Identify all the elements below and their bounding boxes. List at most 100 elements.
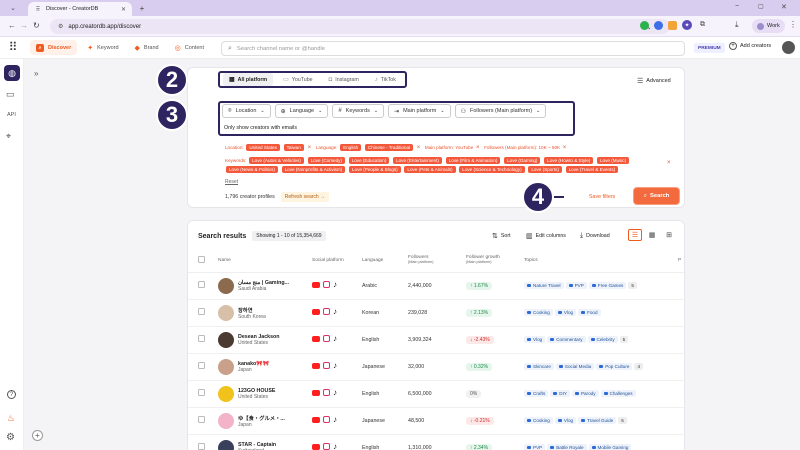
- sidebar-api-link[interactable]: API: [7, 112, 16, 118]
- sort-button[interactable]: ⇅ Sort: [492, 232, 511, 240]
- nav-tab-brand[interactable]: ◆ Brand: [129, 40, 165, 55]
- site-info-icon[interactable]: ⚙: [58, 23, 63, 30]
- creator-name[interactable]: 장하연: [238, 306, 266, 314]
- remove-filter-icon[interactable]: ×: [476, 145, 480, 151]
- instagram-icon[interactable]: [323, 362, 330, 370]
- keyword-chip[interactable]: Love (Howto & Style): [544, 157, 594, 164]
- language-dropdown[interactable]: ⊕ Language ⌄: [274, 104, 329, 118]
- add-button[interactable]: +: [32, 430, 43, 441]
- avatar[interactable]: [218, 412, 234, 429]
- platform-tab-youtube[interactable]: ▭ YouTube: [277, 73, 319, 86]
- row-checkbox[interactable]: [198, 389, 205, 396]
- topic-tag[interactable]: Vlog: [554, 417, 577, 424]
- avatar[interactable]: [218, 439, 234, 450]
- add-creators-button[interactable]: + Add creators: [729, 42, 771, 50]
- instagram-icon[interactable]: [323, 281, 330, 289]
- remove-filter-icon[interactable]: ×: [563, 145, 567, 151]
- filter-chip[interactable]: United States: [246, 144, 280, 151]
- platform-tab-all[interactable]: ▦ All platform: [223, 73, 274, 86]
- address-bar[interactable]: ⚙ app.creatordb.app/discover 🔍 ★: [50, 19, 670, 34]
- topic-tag[interactable]: Celebrity: [587, 336, 618, 343]
- creator-name[interactable]: ゆ【食・グルメ・...: [238, 414, 285, 422]
- browser-menu-icon[interactable]: ⋮: [789, 20, 797, 29]
- table-row[interactable]: 장하연 South Korea ♪ Korean 239,028 ↑ 2.13%…: [188, 299, 686, 327]
- close-window-icon[interactable]: ✕: [781, 3, 787, 11]
- topic-tag[interactable]: Challenges: [600, 390, 636, 397]
- topic-tag[interactable]: DIY: [550, 390, 570, 397]
- download-button[interactable]: ⤓ Download: [580, 232, 610, 240]
- platform-tab-instagram[interactable]: ◘ Instagram: [323, 73, 365, 86]
- creator-name[interactable]: Desean Jackson: [238, 334, 280, 340]
- avatar[interactable]: [218, 358, 234, 375]
- filter-chip[interactable]: English: [340, 144, 362, 151]
- maximize-icon[interactable]: ▢: [758, 3, 764, 10]
- table-row[interactable]: STAR - Captain Switzerland ♪ English 1,3…: [188, 434, 686, 450]
- nav-tab-keyword[interactable]: ✦ Keyword: [81, 40, 124, 55]
- edit-columns-button[interactable]: ▥ Edit columns: [526, 232, 566, 240]
- topic-tag[interactable]: Pop Culture: [596, 363, 633, 370]
- filter-chip[interactable]: Chinese - Traditional: [364, 144, 414, 151]
- youtube-icon[interactable]: [312, 281, 320, 288]
- creator-name[interactable]: kanako🎀🎀: [238, 361, 269, 367]
- main-platform-dropdown[interactable]: ⇥ Main platform ⌄: [388, 104, 451, 118]
- creator-name[interactable]: STAR - Captain: [238, 442, 276, 448]
- tab-close-icon[interactable]: ✕: [121, 6, 126, 13]
- youtube-icon[interactable]: [312, 362, 320, 369]
- topic-tag[interactable]: Cooking: [524, 309, 553, 316]
- topic-tag[interactable]: Battle Royale: [547, 444, 587, 450]
- topic-tag[interactable]: Crafts: [524, 390, 549, 397]
- settings-gear-icon[interactable]: ⚙: [6, 432, 15, 443]
- row-checkbox[interactable]: [198, 281, 205, 288]
- row-checkbox[interactable]: [198, 362, 205, 369]
- table-row[interactable]: Desean Jackson United States ♪ English 3…: [188, 326, 686, 354]
- keyword-chip[interactable]: Love (News & Politics): [226, 166, 278, 173]
- sidebar-folder-icon[interactable]: ▭: [6, 89, 15, 100]
- reset-link[interactable]: Reset: [225, 179, 238, 185]
- col-followers[interactable]: Followers (Main platform): [404, 249, 462, 273]
- tiktok-icon[interactable]: ♪: [333, 362, 337, 370]
- more-topics-count[interactable]: 5: [628, 282, 637, 289]
- keyword-chip[interactable]: Love (Entertainment): [393, 157, 442, 164]
- instagram-icon[interactable]: [323, 416, 330, 424]
- topic-tag[interactable]: Food: [578, 309, 601, 316]
- topic-tag[interactable]: PVP: [524, 444, 546, 450]
- row-checkbox[interactable]: [198, 443, 205, 450]
- sidebar-tracking-icon[interactable]: ⌖: [6, 131, 11, 142]
- card-view-icon[interactable]: ⊞: [662, 229, 676, 241]
- nav-tab-discover[interactable]: ⌕ Discover: [30, 40, 78, 55]
- sidebar-globe-icon[interactable]: ◍: [4, 65, 20, 81]
- row-checkbox[interactable]: [198, 416, 205, 423]
- profile-button[interactable]: Work: [752, 19, 785, 33]
- topic-tag[interactable]: Free Games: [588, 282, 627, 289]
- list-view-icon[interactable]: ☰: [628, 229, 642, 241]
- remove-filter-icon[interactable]: ×: [417, 145, 421, 151]
- table-view-icon[interactable]: ▦: [645, 229, 659, 241]
- col-growth[interactable]: Follower growth (Main platform): [462, 249, 520, 273]
- expand-sidebar-icon[interactable]: »: [34, 69, 38, 78]
- back-icon[interactable]: ←: [8, 21, 16, 30]
- emails-toggle-row[interactable]: Only show creators with emails: [224, 125, 297, 131]
- tiktok-icon[interactable]: ♪: [333, 308, 337, 316]
- youtube-icon[interactable]: [312, 416, 320, 423]
- topic-tag[interactable]: PVP: [565, 282, 587, 289]
- tiktok-icon[interactable]: ♪: [333, 335, 337, 343]
- tiktok-icon[interactable]: ♪: [333, 281, 337, 289]
- avatar[interactable]: [218, 385, 234, 402]
- tab-search-icon[interactable]: ⌄: [8, 3, 18, 13]
- nav-tab-content[interactable]: ◎ Content: [169, 40, 210, 55]
- new-tab-button[interactable]: +: [137, 3, 147, 13]
- keyword-chip[interactable]: Love (Music): [596, 157, 630, 164]
- youtube-icon[interactable]: [312, 308, 320, 315]
- keywords-dropdown[interactable]: # Keywords ⌄: [332, 104, 385, 118]
- tiktok-icon[interactable]: ♪: [333, 416, 337, 424]
- topic-tag[interactable]: Vlog: [554, 309, 577, 316]
- topic-tag[interactable]: Social Media: [555, 363, 595, 370]
- remove-filter-icon[interactable]: ×: [308, 145, 312, 151]
- creator-name[interactable]: منج مسان | Gaming...: [238, 280, 289, 286]
- keyword-chip[interactable]: Love (Gaming): [504, 157, 541, 164]
- search-button[interactable]: ⌕ Search: [634, 188, 679, 204]
- keyword-chip[interactable]: Love (Pets & Animals): [404, 166, 456, 173]
- extension-icon[interactable]: ⧉: [700, 21, 705, 29]
- download-icon[interactable]: ⤓: [735, 20, 739, 30]
- more-topics-count[interactable]: 4: [634, 363, 644, 370]
